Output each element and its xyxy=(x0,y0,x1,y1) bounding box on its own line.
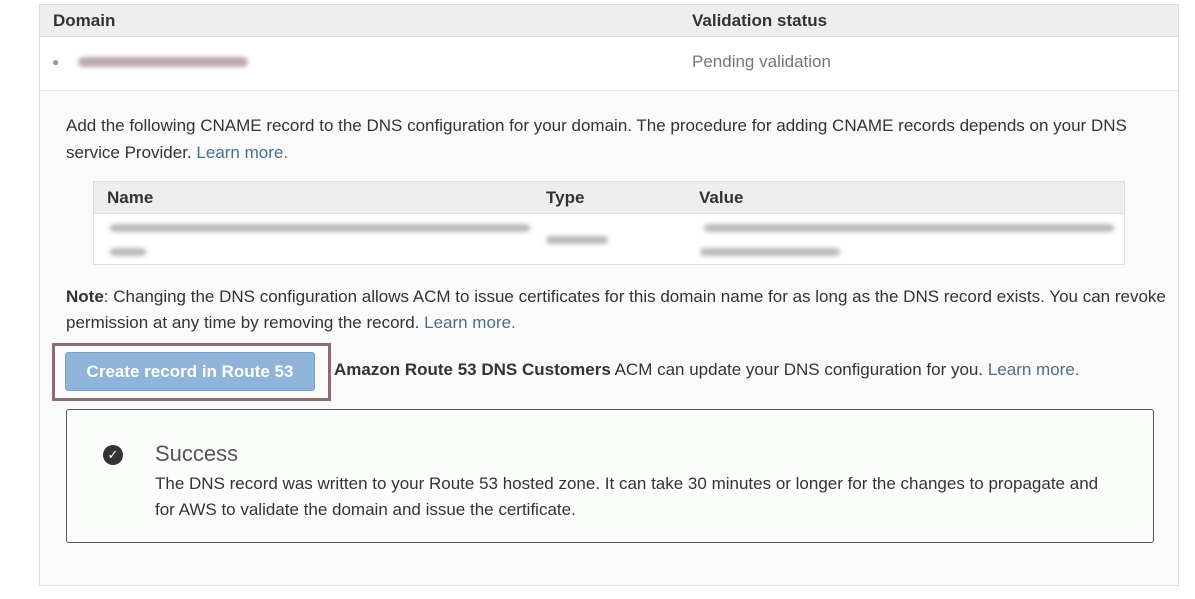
success-title: Success xyxy=(155,441,239,466)
dns-note: Note: Changing the DNS configuration all… xyxy=(66,284,1166,336)
redacted-domain-name xyxy=(78,57,248,67)
cname-record-table: Name Type Value xyxy=(93,181,1125,265)
redacted-cname-value-line2 xyxy=(700,248,840,256)
domain-table-row[interactable]: ● Pending validation xyxy=(40,37,1178,91)
cname-name-header: Name xyxy=(107,188,154,207)
validation-status-column-header: Validation status xyxy=(692,11,828,30)
note-label: Note xyxy=(66,287,104,306)
redacted-cname-type xyxy=(546,236,608,244)
cname-value-header: Value xyxy=(699,188,744,207)
route53-learn-more-link[interactable]: Learn more. xyxy=(988,360,1080,379)
redacted-cname-value xyxy=(704,224,1114,232)
success-message: The DNS record was written to your Route… xyxy=(155,474,1099,519)
dns-learn-more-link[interactable]: Learn more. xyxy=(196,143,288,162)
route53-customers-label: Amazon Route 53 DNS Customers xyxy=(334,360,611,379)
note-learn-more-link[interactable]: Learn more. xyxy=(424,313,516,332)
certificate-domain-panel: Domain Validation status ● Pending valid… xyxy=(39,4,1179,586)
route53-customers-text: Amazon Route 53 DNS Customers ACM can up… xyxy=(334,360,1080,380)
cname-table-header: Name Type Value xyxy=(94,182,1124,214)
success-alert: ✓ Success The DNS record was written to … xyxy=(66,409,1154,543)
redacted-cname-name xyxy=(110,224,530,232)
domain-column-header: Domain xyxy=(53,11,116,30)
note-text: : Changing the DNS configuration allows … xyxy=(66,287,1166,332)
create-record-route53-button[interactable]: Create record in Route 53 xyxy=(65,352,315,391)
check-circle-icon: ✓ xyxy=(103,445,123,465)
redacted-cname-name-line2 xyxy=(110,248,146,256)
cname-table-row xyxy=(94,214,1124,266)
validation-status-text: Pending validation xyxy=(692,52,831,71)
cname-instructions: Add the following CNAME record to the DN… xyxy=(66,112,1156,166)
cname-type-header: Type xyxy=(546,188,585,207)
expand-toggle-icon[interactable]: ● xyxy=(52,56,59,68)
route53-description: ACM can update your DNS configuration fo… xyxy=(614,360,984,379)
domain-table-header: Domain Validation status xyxy=(40,5,1178,37)
